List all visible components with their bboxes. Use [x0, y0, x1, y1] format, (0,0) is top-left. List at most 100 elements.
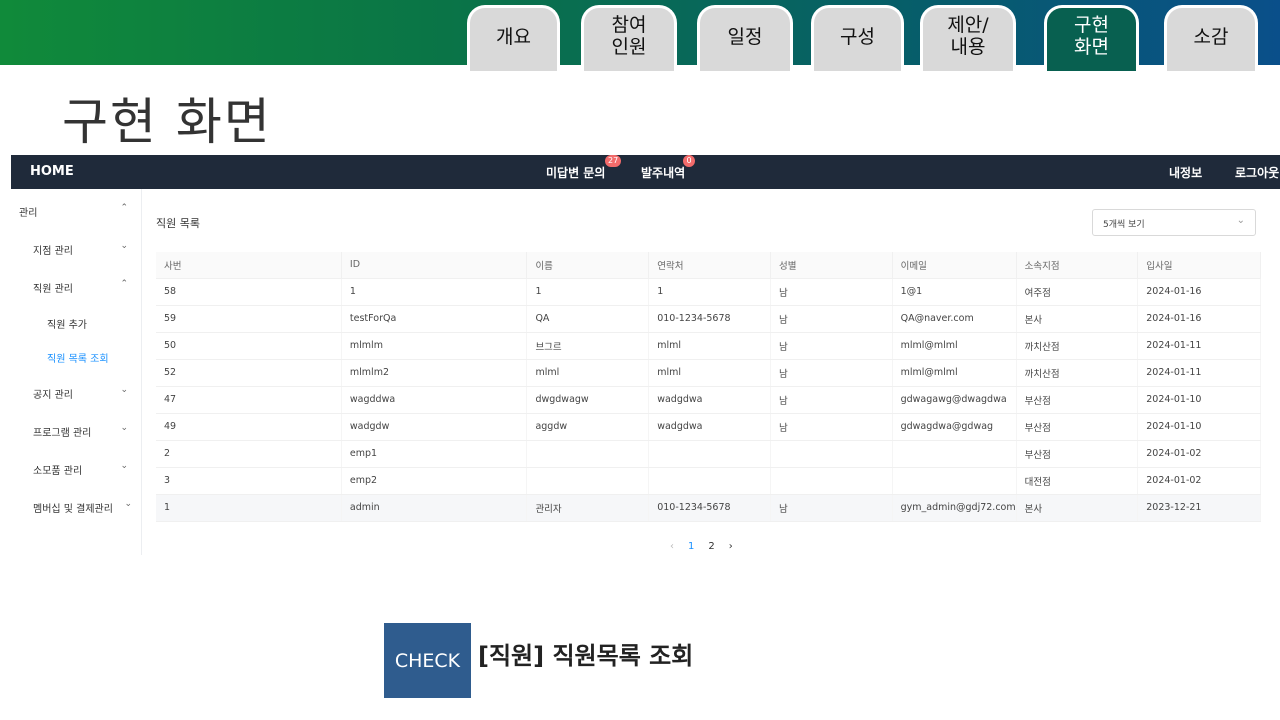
- orders-link[interactable]: 발주내역 0: [641, 155, 695, 181]
- table-cell: 47: [156, 386, 342, 414]
- table-row[interactable]: 58 1 1 1 남 1@1 여주점 2024-01-16: [156, 278, 1261, 306]
- table-cell: mlml@mlml: [892, 359, 1017, 387]
- sidebar-item-employee[interactable]: 직원 관리 ⌃: [11, 277, 142, 297]
- table-cell: 2024-01-10: [1137, 413, 1261, 441]
- table-row[interactable]: 50 mlmlm 브그르 mlml 남 mlml@mlml 까치산점 2024-01-11: [156, 332, 1261, 360]
- column-header[interactable]: 이메일: [892, 252, 1017, 279]
- tab-overview[interactable]: 개요: [467, 5, 560, 71]
- chevron-down-icon: ⌄: [120, 461, 128, 471]
- table-cell: mlmlm: [341, 332, 528, 360]
- table-cell: mlml: [648, 332, 771, 360]
- table-cell: admin: [341, 494, 528, 522]
- page-size-select[interactable]: 5개씩 보기 ⌄: [1092, 209, 1256, 236]
- column-header[interactable]: 이름: [526, 252, 650, 279]
- table-cell: wagddwa: [341, 386, 528, 414]
- page-1-button[interactable]: 1: [688, 541, 694, 552]
- sidebar-item-notice[interactable]: 공지 관리 ⌄: [11, 383, 142, 403]
- table-row[interactable]: 3 emp2 대전점 2024-01-02: [156, 467, 1261, 495]
- table-cell: 3: [156, 467, 342, 495]
- table-cell: 2024-01-02: [1137, 467, 1261, 495]
- slide-caption: [직원] 직원목록 조회: [478, 642, 694, 670]
- tab-members[interactable]: 참여 인원: [581, 5, 677, 71]
- table-row[interactable]: 49 wadgdw aggdw wadgdwa 남 gdwagdwa@gdwag 부산점 20…: [156, 413, 1261, 441]
- tab-implementation[interactable]: 구현 화면: [1044, 5, 1139, 71]
- logout-link[interactable]: 로그아웃: [1235, 164, 1279, 181]
- table-cell: 부산점: [1016, 413, 1139, 441]
- table-row[interactable]: 47 wagddwa dwgdwagw wadgdwa 남 gdwagawg@dwagdw…: [156, 386, 1261, 414]
- employee-table: 사번 ID 이름 연락처 성별 이메일 소속지점 입사일 58 1 1 1 남 1@1 여주…: [156, 252, 1261, 522]
- sidebar-item-supplies[interactable]: 소모품 관리 ⌄: [11, 459, 142, 479]
- column-header[interactable]: 사번: [156, 252, 342, 279]
- table-cell: mlmlm2: [341, 359, 528, 387]
- table-cell: [892, 440, 1017, 468]
- column-header[interactable]: 소속지점: [1016, 252, 1139, 279]
- table-cell: gdwagdwa@gdwag: [892, 413, 1017, 441]
- table-row[interactable]: 59 testForQa QA 010-1234-5678 남 QA@naver.com 본…: [156, 305, 1261, 333]
- table-cell: mlml@mlml: [892, 332, 1017, 360]
- table-cell: 남: [770, 359, 893, 387]
- table-cell: [526, 440, 650, 468]
- table-header-row: 사번 ID 이름 연락처 성별 이메일 소속지점 입사일: [156, 252, 1261, 279]
- table-cell: 2024-01-16: [1137, 305, 1261, 333]
- sidebar-item-label: 직원 목록 조회: [47, 354, 109, 365]
- sidebar-item-label: 공지 관리: [33, 390, 73, 401]
- page-size-value: 5개씩 보기: [1103, 220, 1145, 230]
- table-cell: [648, 440, 771, 468]
- sidebar-item-employee-add[interactable]: 직원 추가: [11, 313, 142, 333]
- sidebar-item-branch[interactable]: 지점 관리 ⌄: [11, 239, 142, 259]
- table-cell: 1: [648, 278, 771, 306]
- table-cell: testForQa: [341, 305, 528, 333]
- sidebar-item-membership[interactable]: 멤버십 및 결제관리 ⌄: [11, 497, 142, 517]
- chevron-down-icon: ⌄: [120, 423, 128, 433]
- tab-structure[interactable]: 구성: [811, 5, 904, 71]
- table-cell: 52: [156, 359, 342, 387]
- column-header[interactable]: 입사일: [1137, 252, 1261, 279]
- sidebar-item-program[interactable]: 프로그램 관리 ⌄: [11, 421, 142, 441]
- table-cell: 남: [770, 278, 893, 306]
- unanswered-inquiries-link[interactable]: 미답변 문의 27: [546, 155, 622, 181]
- tab-proposal[interactable]: 제안/ 내용: [920, 5, 1016, 71]
- column-header[interactable]: ID: [341, 252, 528, 279]
- sidebar-item-label: 소모품 관리: [33, 466, 83, 477]
- table-cell: 까치산점: [1016, 332, 1139, 360]
- next-page-icon[interactable]: ›: [729, 541, 733, 552]
- sidebar-item-label: 직원 추가: [47, 320, 87, 331]
- table-cell: wadgdwa: [648, 386, 771, 414]
- my-info-link[interactable]: 내정보: [1169, 164, 1202, 181]
- table-cell: gdwagawg@dwagdwa: [892, 386, 1017, 414]
- sidebar-item-label: 프로그램 관리: [33, 428, 92, 439]
- table-row[interactable]: 1 admin 관리자 010-1234-5678 남 gym_admin@gdj72.c…: [156, 494, 1261, 522]
- sidebar-item-label: 직원 관리: [33, 284, 73, 295]
- sidebar-item-management[interactable]: 관리 ⌃: [11, 201, 142, 221]
- table-cell: 까치산점: [1016, 359, 1139, 387]
- table-cell: 부산점: [1016, 440, 1139, 468]
- chevron-down-icon: ⌄: [124, 499, 132, 509]
- table-cell: 관리자: [526, 494, 650, 522]
- prev-page-icon[interactable]: ‹: [670, 541, 674, 552]
- table-cell: 010-1234-5678: [648, 305, 771, 333]
- column-header[interactable]: 성별: [770, 252, 893, 279]
- pagination: ‹ 1 2 ›: [670, 541, 733, 552]
- tab-review[interactable]: 소감: [1164, 5, 1258, 71]
- table-cell: 여주점: [1016, 278, 1139, 306]
- sidebar-item-label: 지점 관리: [33, 246, 73, 257]
- chevron-down-icon: ⌄: [120, 385, 128, 395]
- table-cell: 2024-01-16: [1137, 278, 1261, 306]
- table-cell: [770, 467, 893, 495]
- sidebar-item-employee-list[interactable]: 직원 목록 조회: [11, 347, 142, 367]
- table-cell: 59: [156, 305, 342, 333]
- table-cell: 1: [341, 278, 528, 306]
- chevron-down-icon: ⌄: [1236, 215, 1245, 226]
- table-cell: 2024-01-11: [1137, 332, 1261, 360]
- home-link[interactable]: HOME: [30, 164, 74, 179]
- unanswered-count-badge: 27: [605, 155, 622, 167]
- table-row[interactable]: 52 mlmlm2 mlml mlml 남 mlml@mlml 까치산점 2024-01-11: [156, 359, 1261, 387]
- table-row[interactable]: 2 emp1 부산점 2024-01-02: [156, 440, 1261, 468]
- column-header[interactable]: 연락처: [648, 252, 771, 279]
- tab-schedule[interactable]: 일정: [697, 5, 793, 71]
- page-2-button[interactable]: 2: [708, 541, 714, 552]
- chevron-up-icon: ⌃: [120, 279, 128, 289]
- table-cell: [648, 467, 771, 495]
- table-cell: 남: [770, 332, 893, 360]
- table-cell: wadgdw: [341, 413, 528, 441]
